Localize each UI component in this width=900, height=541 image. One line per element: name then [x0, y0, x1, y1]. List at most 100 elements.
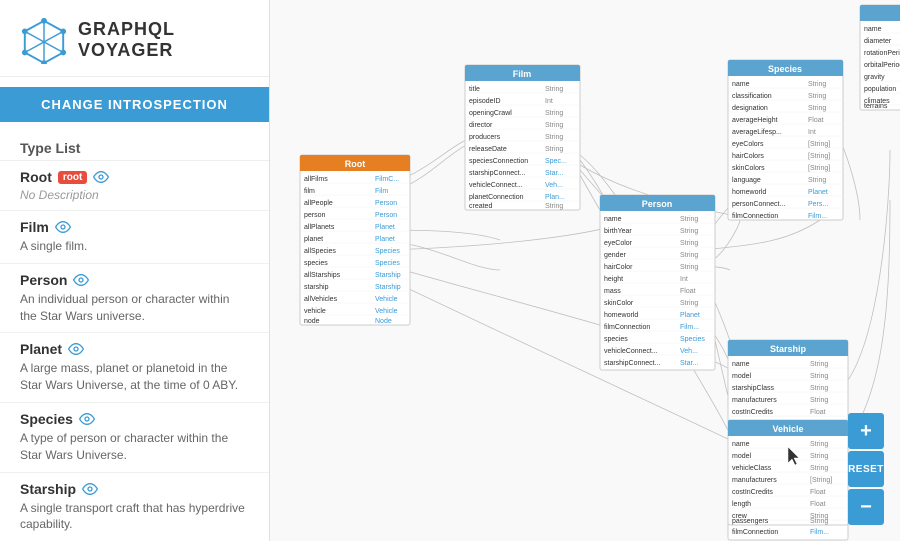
- planet-description: A large mass, planet or planetoid in the…: [20, 360, 249, 394]
- svg-text:classification: classification: [732, 93, 772, 100]
- svg-text:String: String: [810, 518, 828, 525]
- svg-text:language: language: [732, 177, 761, 184]
- svg-text:Film...: Film...: [808, 213, 827, 220]
- graph-svg: Root allFilmsFilmC... filmFilm allPeople…: [270, 0, 900, 541]
- species-node[interactable]: Species nameString classificationString …: [728, 60, 843, 220]
- type-name-row-person: Person: [20, 272, 249, 288]
- svg-text:Float: Float: [810, 409, 826, 416]
- eye-icon-starship[interactable]: [82, 481, 98, 497]
- svg-text:director: director: [469, 122, 493, 129]
- svg-text:String: String: [810, 441, 828, 448]
- svg-text:created: created: [469, 203, 492, 210]
- type-name-row-film: Film: [20, 219, 249, 235]
- type-name-row-species: Species: [20, 411, 249, 427]
- svg-text:Starship: Starship: [375, 272, 401, 279]
- svg-text:skinColor: skinColor: [604, 300, 634, 307]
- logo-area: GRAPHQL VOYAGER: [0, 0, 269, 77]
- logo-graphql-text: GRAPHQL: [78, 19, 175, 40]
- svg-text:film: film: [304, 188, 315, 195]
- svg-text:vehicle: vehicle: [304, 308, 326, 315]
- svg-text:homeworld: homeworld: [732, 189, 766, 196]
- reset-button[interactable]: RESET: [848, 451, 884, 487]
- map-controls: + RESET −: [848, 413, 884, 525]
- film-description: A single film.: [20, 238, 249, 255]
- svg-text:Pers...: Pers...: [808, 201, 828, 208]
- svg-text:Person: Person: [375, 200, 397, 207]
- type-item-film: Film A single film.: [0, 211, 269, 264]
- svg-text:starshipConnect...: starshipConnect...: [469, 170, 525, 177]
- svg-text:costInCredits: costInCredits: [732, 409, 773, 416]
- film-node[interactable]: Film titleString episodeIDInt openingCra…: [465, 65, 580, 210]
- starship-description: A single transport craft that has hyperd…: [20, 500, 249, 534]
- svg-text:String: String: [810, 397, 828, 404]
- svg-text:producers: producers: [469, 134, 501, 141]
- vehicle-node[interactable]: Vehicle nameString modelString vehicleCl…: [728, 420, 848, 525]
- svg-text:title: title: [469, 86, 480, 93]
- svg-text:Star...: Star...: [680, 360, 698, 367]
- svg-text:species: species: [604, 336, 628, 343]
- svg-text:String: String: [545, 146, 563, 153]
- svg-text:Int: Int: [808, 129, 816, 136]
- eye-icon-film[interactable]: [55, 219, 71, 235]
- svg-text:Vehicle: Vehicle: [375, 308, 398, 315]
- svg-text:Int: Int: [680, 276, 688, 283]
- svg-text:Float: Float: [810, 489, 826, 496]
- svg-text:String: String: [545, 134, 563, 141]
- svg-text:episodeID: episodeID: [469, 98, 501, 105]
- svg-text:mass: mass: [604, 288, 621, 295]
- svg-text:String: String: [808, 177, 826, 184]
- svg-text:averageLifesp...: averageLifesp...: [732, 129, 782, 136]
- svg-text:Film: Film: [375, 188, 388, 195]
- planet-node[interactable]: Planet nameString diameterInt rotationPe…: [860, 5, 900, 110]
- svg-text:orbitalPeriod: orbitalPeriod: [864, 62, 900, 69]
- svg-text:person: person: [304, 212, 326, 219]
- svg-text:birthYear: birthYear: [604, 228, 632, 235]
- svg-text:String: String: [545, 203, 563, 210]
- type-item-planet: Planet A large mass, planet or planetoid…: [0, 333, 269, 403]
- svg-text:Node: Node: [375, 318, 392, 325]
- svg-text:name: name: [864, 26, 882, 33]
- svg-text:gravity: gravity: [864, 74, 885, 81]
- svg-text:planetConnection: planetConnection: [469, 194, 524, 201]
- svg-text:height: height: [604, 276, 623, 283]
- svg-text:Spec...: Spec...: [545, 158, 567, 165]
- svg-text:hairColor: hairColor: [604, 264, 633, 271]
- svg-text:allPlanets: allPlanets: [304, 224, 335, 231]
- svg-text:Planet: Planet: [375, 224, 395, 231]
- svg-text:starshipConnect...: starshipConnect...: [604, 360, 660, 367]
- type-item-starship: Starship A single transport craft that h…: [0, 473, 269, 541]
- root-node[interactable]: Root allFilmsFilmC... filmFilm allPeople…: [300, 155, 410, 325]
- zoom-out-button[interactable]: −: [848, 489, 884, 525]
- svg-text:Starship: Starship: [375, 284, 401, 291]
- svg-text:filmConnection: filmConnection: [604, 324, 650, 331]
- svg-text:vehicleConnect...: vehicleConnect...: [604, 348, 658, 355]
- root-badge: root: [58, 171, 87, 184]
- eye-icon-planet[interactable]: [68, 341, 84, 357]
- svg-text:Vehicle: Vehicle: [772, 424, 803, 434]
- eye-icon-root[interactable]: [93, 169, 109, 185]
- svg-text:String: String: [810, 465, 828, 472]
- svg-text:name: name: [604, 216, 622, 223]
- svg-text:Planet: Planet: [375, 236, 395, 243]
- svg-text:filmConnection: filmConnection: [732, 213, 778, 220]
- svg-text:String: String: [810, 373, 828, 380]
- type-name-row-planet: Planet: [20, 341, 249, 357]
- svg-text:species: species: [304, 260, 328, 267]
- eye-icon-species[interactable]: [79, 411, 95, 427]
- change-introspection-button[interactable]: CHANGE INTROSPECTION: [0, 87, 269, 122]
- svg-text:length: length: [732, 501, 751, 508]
- person-node[interactable]: Person nameString birthYearString eyeCol…: [600, 195, 715, 370]
- svg-text:Vehicle: Vehicle: [375, 296, 398, 303]
- svg-text:filmConnection: filmConnection: [732, 529, 778, 536]
- svg-text:String: String: [680, 228, 698, 235]
- type-name-film: Film: [20, 219, 49, 235]
- svg-text:Film...: Film...: [680, 324, 699, 331]
- svg-text:starship: starship: [304, 284, 329, 291]
- type-item-person: Person An individual person or character…: [0, 264, 269, 334]
- svg-text:Float: Float: [810, 501, 826, 508]
- zoom-in-button[interactable]: +: [848, 413, 884, 449]
- svg-text:Starship: Starship: [770, 344, 807, 354]
- eye-icon-person[interactable]: [73, 272, 89, 288]
- graph-area: Root allFilmsFilmC... filmFilm allPeople…: [270, 0, 900, 541]
- svg-text:Int: Int: [545, 98, 553, 105]
